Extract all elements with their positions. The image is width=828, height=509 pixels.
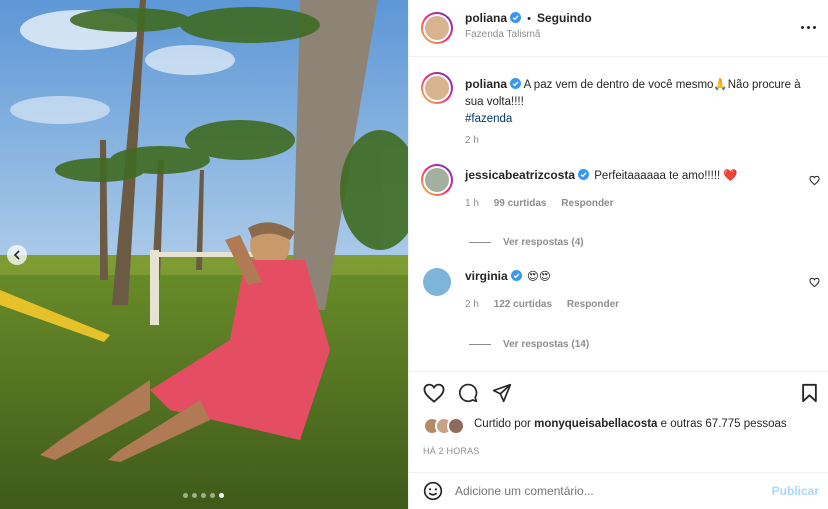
author-avatar[interactable]	[421, 12, 453, 44]
commenter-avatar[interactable]	[423, 268, 451, 296]
emoji-smiley-icon[interactable]	[423, 481, 443, 501]
carousel-indicator	[183, 493, 224, 498]
view-replies-button[interactable]: Ver respostas (4)	[469, 237, 584, 248]
commenter-username[interactable]: virginia	[465, 269, 508, 283]
carousel-dot	[201, 493, 206, 498]
like-comment-icon[interactable]	[809, 175, 820, 186]
caption-avatar[interactable]	[421, 72, 453, 104]
header-separator: •	[527, 13, 531, 25]
post-header: poliana • Seguindo Fazenda Talismã	[409, 0, 828, 57]
post-photo[interactable]	[0, 0, 408, 509]
view-replies-label: Ver respostas (14)	[503, 339, 590, 350]
caption-body: A paz vem de dentro de você mesmo🙏Não pr…	[523, 79, 801, 91]
following-button[interactable]: Seguindo	[537, 11, 592, 25]
carousel-dot	[183, 493, 188, 498]
verified-badge-icon	[510, 78, 522, 89]
commenter-avatar[interactable]	[421, 164, 453, 196]
more-dot	[812, 25, 816, 29]
view-replies-button[interactable]: Ver respostas (14)	[469, 339, 589, 350]
likes-suffix[interactable]: e outras 67.775 pessoas	[661, 418, 787, 430]
share-direct-icon[interactable]	[492, 383, 512, 403]
verified-badge-icon	[578, 169, 590, 180]
liked-by-user-link[interactable]: monyqueisabellacosta	[534, 418, 657, 430]
comment-bubble-icon[interactable]	[458, 383, 478, 403]
post-actions-bar: Curtido por monyqueisabellacosta e outra…	[409, 371, 828, 456]
post-location[interactable]: Fazenda Talismã	[465, 29, 540, 40]
carousel-dot	[210, 493, 215, 498]
comment-input[interactable]	[455, 481, 755, 501]
caption-time[interactable]: 2 h	[465, 135, 479, 146]
photo-scene	[0, 0, 408, 509]
more-dot	[800, 25, 804, 29]
comment-text: 😍😍	[526, 271, 551, 283]
reply-button[interactable]: Responder	[567, 299, 619, 310]
comment-box: Publicar	[409, 472, 828, 509]
caption-username[interactable]: poliana	[465, 77, 507, 91]
caption-text: poliana A paz vem de dentro de você mesm…	[465, 76, 815, 128]
post-details-panel: poliana • Seguindo Fazenda Talismã polia…	[408, 0, 828, 509]
chevron-left-icon	[13, 250, 20, 260]
comment-time[interactable]: 2 h	[465, 299, 479, 310]
comment-item: virginia 😍😍	[465, 268, 795, 286]
more-options-button[interactable]	[799, 20, 817, 34]
verified-badge-icon	[510, 12, 522, 23]
hashtag-link[interactable]: #fazenda	[465, 113, 512, 125]
comment-time[interactable]: 1 h	[465, 198, 479, 209]
view-replies-label: Ver respostas (4)	[503, 237, 584, 248]
like-heart-icon[interactable]	[423, 383, 445, 403]
carousel-dot-active	[219, 493, 224, 498]
like-comment-icon[interactable]	[809, 277, 820, 288]
verified-badge-icon	[510, 270, 522, 281]
carousel-dot	[192, 493, 197, 498]
likes-prefix: Curtido por	[474, 418, 531, 430]
author-username[interactable]: poliana	[465, 11, 507, 25]
comment-meta: 1 h 99 curtidas Responder	[465, 198, 614, 209]
comment-item: jessicabeatrizcosta Perfeitaaaaaa te amo…	[465, 167, 795, 185]
liker-avatar	[447, 417, 465, 435]
liked-by-avatars[interactable]	[423, 417, 471, 435]
likes-summary: Curtido por monyqueisabellacosta e outra…	[474, 418, 787, 430]
comment-likes[interactable]: 99 curtidas	[494, 198, 547, 209]
commenter-username[interactable]: jessicabeatrizcosta	[465, 168, 575, 182]
publish-button[interactable]: Publicar	[772, 484, 819, 498]
save-bookmark-icon[interactable]	[801, 383, 818, 403]
previous-photo-button[interactable]	[7, 245, 27, 265]
comment-meta: 2 h 122 curtidas Responder	[465, 299, 619, 310]
caption-body-line2: sua volta!!!!	[465, 96, 524, 108]
more-dot	[806, 25, 810, 29]
comment-likes[interactable]: 122 curtidas	[494, 299, 552, 310]
post-timestamp[interactable]: HÁ 2 HORAS	[423, 446, 480, 456]
reply-button[interactable]: Responder	[561, 198, 613, 209]
comment-text: Perfeitaaaaaa te amo!!!!! ❤️	[594, 170, 738, 182]
